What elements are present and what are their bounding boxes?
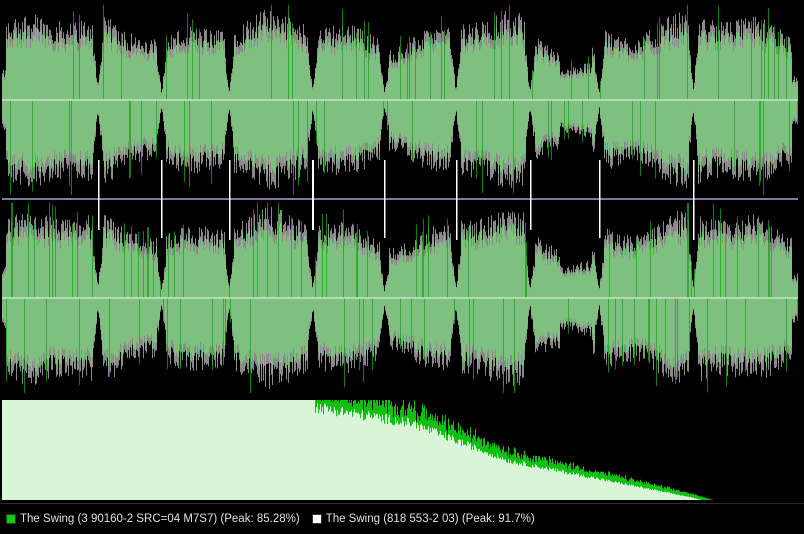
legend-label-track-b: The Swing (818 553-2 03) (Peak: 91.7%) <box>325 512 535 525</box>
track-boundary-marker <box>161 160 163 238</box>
track-boundary-marker <box>530 160 532 230</box>
frequency-spectrum <box>2 400 743 500</box>
legend-label-track-a: The Swing (3 90160-2 SRC=04 M7S7) (Peak:… <box>20 512 300 525</box>
legend-item-track-a: The Swing (3 90160-2 SRC=04 M7S7) (Peak:… <box>6 513 300 525</box>
legend-separator <box>0 503 804 504</box>
legend: The Swing (3 90160-2 SRC=04 M7S7) (Peak:… <box>0 505 804 532</box>
track-boundary-marker <box>693 160 695 240</box>
track-boundary-marker <box>98 160 100 230</box>
track-boundary-marker <box>229 160 231 240</box>
track-boundary-marker <box>384 160 386 238</box>
waveform-comparison-window: The Swing (3 90160-2 SRC=04 M7S7) (Peak:… <box>0 0 804 534</box>
track-boundary-marker <box>599 160 601 238</box>
legend-item-track-b: The Swing (818 553-2 03) (Peak: 91.7%) <box>311 512 535 525</box>
track-boundary-marker <box>312 160 314 230</box>
legend-swatch-track-a <box>6 513 16 524</box>
track-boundary-markers <box>98 160 695 240</box>
legend-swatch-track-b <box>311 513 322 524</box>
track-boundary-marker <box>456 160 458 240</box>
